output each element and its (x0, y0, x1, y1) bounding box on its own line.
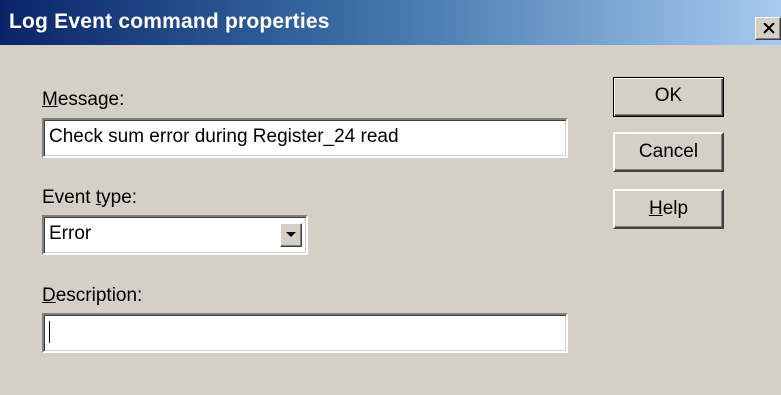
message-field[interactable]: Check sum error during Register_24 read (42, 118, 568, 158)
ok-button[interactable]: OK (613, 77, 724, 117)
text-cursor (49, 321, 50, 343)
message-label: Message: (42, 89, 125, 110)
cancel-button[interactable]: Cancel (613, 132, 724, 172)
close-icon (763, 23, 775, 34)
message-value: Check sum error during Register_24 read (49, 126, 399, 147)
chevron-down-icon (286, 232, 296, 237)
description-field[interactable] (42, 313, 568, 353)
event-type-dropdown-button[interactable] (280, 223, 302, 247)
help-button[interactable]: Help (613, 189, 724, 229)
log-event-dialog: Log Event command properties Message: Ch… (0, 0, 781, 395)
close-button[interactable] (755, 17, 781, 40)
window-title: Log Event command properties (9, 10, 330, 33)
description-label: Description: (42, 285, 143, 306)
title-bar[interactable]: Log Event command properties (0, 0, 781, 45)
event-type-selected: Error (49, 223, 92, 244)
event-type-label: Event type: (42, 187, 138, 208)
event-type-select[interactable]: Error (42, 215, 308, 255)
